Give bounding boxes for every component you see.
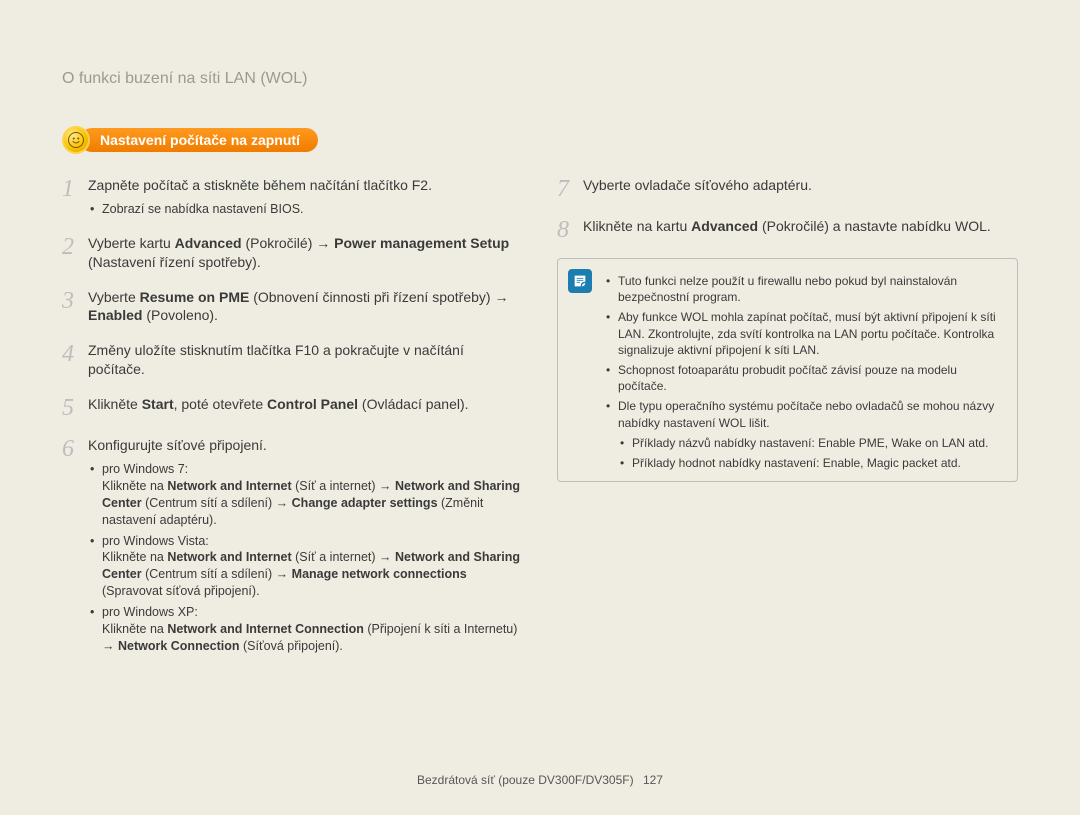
- step: 7Vyberte ovladače síťového adaptéru.: [557, 176, 1018, 201]
- note-item: Schopnost fotoaparátu probudit počítač z…: [604, 362, 1005, 394]
- step-body: Vyberte kartu Advanced (Pokročilé) → Pow…: [88, 234, 523, 272]
- content-columns: 1Zapněte počítač a stiskněte během načít…: [62, 176, 1018, 671]
- footer-text: Bezdrátová síť (pouze DV300F/DV305F): [417, 773, 634, 787]
- step: 3Vyberte Resume on PME (Obnovení činnost…: [62, 288, 523, 326]
- note-box: Tuto funkci nelze použít u firewallu neb…: [557, 258, 1018, 482]
- note-item: Dle typu operačního systému počítače neb…: [604, 398, 1005, 471]
- step: 2Vyberte kartu Advanced (Pokročilé) → Po…: [62, 234, 523, 272]
- right-column: 7Vyberte ovladače síťového adaptéru.8Kli…: [557, 176, 1018, 671]
- note-item: Tuto funkci nelze použít u firewallu neb…: [604, 273, 1005, 305]
- page-number: 127: [643, 773, 663, 787]
- step: 4Změny uložíte stisknutím tlačítka F10 a…: [62, 341, 523, 379]
- note-dash-list: Příklady názvů nabídky nastavení: Enable…: [618, 435, 1005, 471]
- step-body: Vyberte Resume on PME (Obnovení činnosti…: [88, 288, 523, 326]
- note-item: Aby funkce WOL mohla zapínat počítač, mu…: [604, 309, 1005, 358]
- step-body: Klikněte na kartu Advanced (Pokročilé) a…: [583, 217, 1018, 242]
- step-number: 5: [62, 395, 88, 420]
- note-dash-item: Příklady hodnot nabídky nastavení: Enabl…: [618, 455, 1005, 471]
- step-number: 1: [62, 176, 88, 218]
- step-sublist: Zobrazí se nabídka nastavení BIOS.: [88, 201, 523, 218]
- step-number: 6: [62, 436, 88, 655]
- note-list: Tuto funkci nelze použít u firewallu neb…: [604, 273, 1005, 471]
- step-body: Změny uložíte stisknutím tlačítka F10 a …: [88, 341, 523, 379]
- note-dash-item: Příklady názvů nabídky nastavení: Enable…: [618, 435, 1005, 451]
- step-number: 3: [62, 288, 88, 326]
- sublist-item: pro Windows Vista:Klikněte na Network an…: [88, 533, 523, 601]
- step-sublist: pro Windows 7:Klikněte na Network and In…: [88, 461, 523, 655]
- step-body: Konfigurujte síťové připojení.pro Window…: [88, 436, 523, 655]
- page-title: O funkci buzení na síti LAN (WOL): [62, 70, 1018, 88]
- step: 8Klikněte na kartu Advanced (Pokročilé) …: [557, 217, 1018, 242]
- smiley-icon: [62, 126, 90, 154]
- note-icon: [568, 269, 592, 293]
- step-number: 2: [62, 234, 88, 272]
- section-badge-label: Nastavení počítače na zapnutí: [80, 128, 318, 152]
- sublist-item: Zobrazí se nabídka nastavení BIOS.: [88, 201, 523, 218]
- step-number: 4: [62, 341, 88, 379]
- step-number: 8: [557, 217, 583, 242]
- left-column: 1Zapněte počítač a stiskněte během načít…: [62, 176, 523, 671]
- step: 5Klikněte Start, poté otevřete Control P…: [62, 395, 523, 420]
- page-footer: Bezdrátová síť (pouze DV300F/DV305F) 127: [0, 773, 1080, 787]
- sublist-item: pro Windows XP:Klikněte na Network and I…: [88, 604, 523, 655]
- step-body: Klikněte Start, poté otevřete Control Pa…: [88, 395, 523, 420]
- section-badge: Nastavení počítače na zapnutí: [62, 126, 1018, 154]
- step: 6Konfigurujte síťové připojení.pro Windo…: [62, 436, 523, 655]
- step-body: Vyberte ovladače síťového adaptéru.: [583, 176, 1018, 201]
- step-body: Zapněte počítač a stiskněte během načítá…: [88, 176, 523, 218]
- step: 1Zapněte počítač a stiskněte během načít…: [62, 176, 523, 218]
- step-number: 7: [557, 176, 583, 201]
- sublist-item: pro Windows 7:Klikněte na Network and In…: [88, 461, 523, 529]
